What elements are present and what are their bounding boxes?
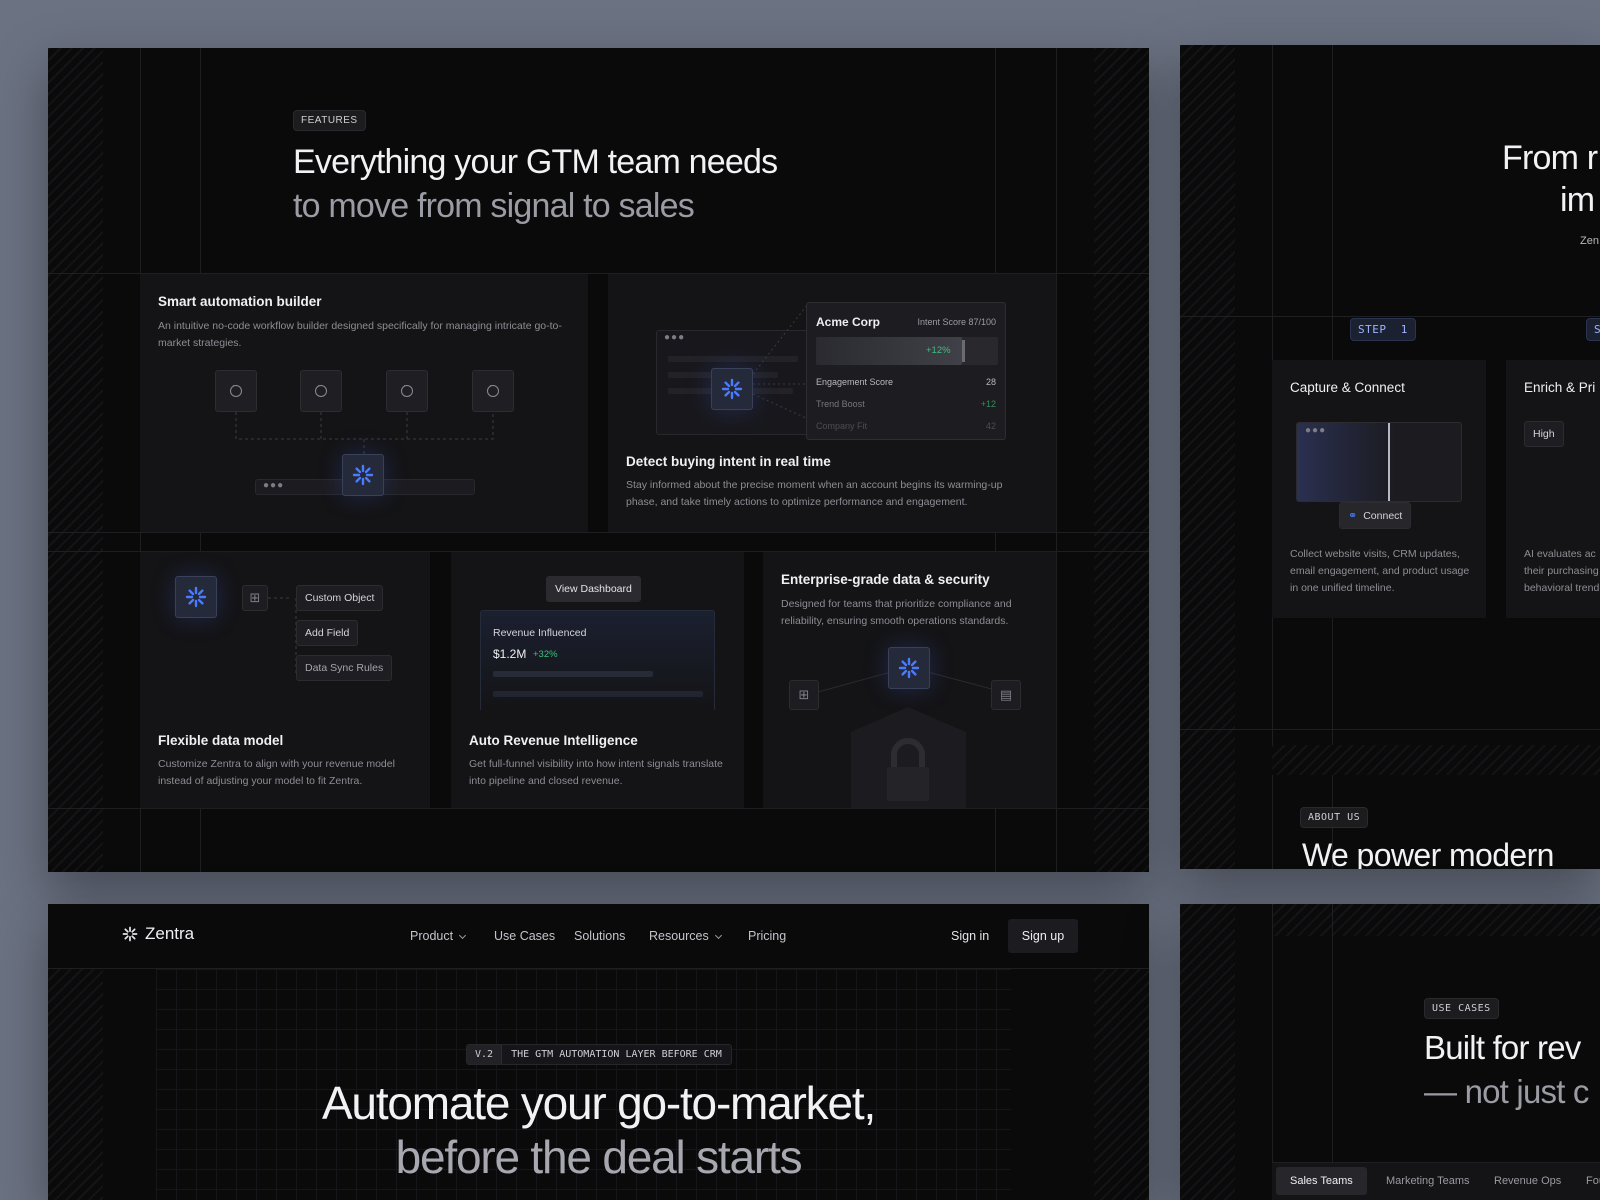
hero-tagline: THE GTM AUTOMATION LAYER BEFORE CRM bbox=[511, 1049, 722, 1060]
enrich-title: Enrich & Pri bbox=[1524, 380, 1596, 395]
hero-heading-line2: before the deal starts bbox=[395, 1131, 803, 1183]
usecases-heading-line1: Built for rev bbox=[1424, 1029, 1581, 1066]
tab-sales-teams[interactable]: Sales Teams bbox=[1276, 1167, 1367, 1195]
data-sync-rules-pill: Data Sync Rules bbox=[296, 655, 393, 681]
usecases-heading: Built for rev — not just c bbox=[1424, 1026, 1589, 1114]
data-model-desc: Customize Zentra to align with your reve… bbox=[158, 758, 395, 787]
automation-card: Smart automation builder An intuitive no… bbox=[140, 274, 588, 532]
chevron-down-icon bbox=[459, 931, 467, 940]
revenue-title: Auto Revenue Intelligence bbox=[469, 733, 638, 748]
hatch-right bbox=[1094, 48, 1149, 872]
features-frame: FEATURES Everything your GTM team needs … bbox=[48, 48, 1149, 872]
revenue-card: View Dashboard Revenue Influenced $1.2M … bbox=[451, 552, 744, 808]
link-icon: ⚭ bbox=[1348, 510, 1358, 522]
capture-window: ●●● bbox=[1296, 422, 1462, 502]
acme-company: Acme Corp bbox=[816, 315, 881, 329]
nav-pricing[interactable]: Pricing bbox=[748, 929, 786, 943]
signup-button[interactable]: Sign up bbox=[1008, 919, 1078, 953]
high-tag: High bbox=[1524, 421, 1564, 447]
zentra-spark-icon bbox=[898, 657, 920, 679]
capture-desc: Collect website visits, CRM updates, ema… bbox=[1290, 548, 1470, 594]
custom-object-pill: Custom Object bbox=[296, 585, 384, 611]
shield-lock-icon bbox=[851, 707, 966, 808]
intent-delta: +12% bbox=[926, 345, 951, 356]
view-dashboard-button[interactable]: View Dashboard bbox=[546, 576, 641, 602]
revenue-amount: $1.2M bbox=[493, 647, 527, 661]
window-dots-icon: ●●● bbox=[1305, 425, 1327, 436]
chevron-down-icon bbox=[714, 931, 722, 940]
security-hub bbox=[888, 647, 930, 689]
step-2-badge: S bbox=[1586, 318, 1600, 341]
intent-desc: Stay informed about the precise moment w… bbox=[626, 479, 1003, 508]
connect-button[interactable]: ⚭ Connect bbox=[1339, 502, 1412, 529]
about-badge: ABOUT US bbox=[1300, 807, 1369, 828]
tab-marketing-teams[interactable]: Marketing Teams bbox=[1372, 1167, 1484, 1195]
steps-frame: From r im Zen STEP 1 S Capture & Connect… bbox=[1180, 45, 1600, 869]
revenue-panel: Revenue Influenced $1.2M +32% bbox=[480, 610, 715, 710]
enrich-card: Enrich & Pri High AI evaluates ac their … bbox=[1506, 360, 1600, 618]
revenue-delta: +32% bbox=[533, 649, 558, 660]
tab-founders[interactable]: Fou bbox=[1572, 1167, 1600, 1195]
intent-title: Detect buying intent in real time bbox=[626, 454, 831, 469]
revenue-label: Revenue Influenced bbox=[493, 627, 587, 639]
usecases-frame: USE CASES Built for rev — not just c Sal… bbox=[1180, 904, 1600, 1200]
usecases-tabs: Sales Teams Marketing Teams Revenue Ops … bbox=[1272, 1162, 1600, 1200]
usecases-hatch-band bbox=[1272, 904, 1600, 936]
about-heading: We power modern bbox=[1302, 837, 1554, 869]
brand-logo[interactable]: Zentra bbox=[122, 924, 194, 944]
nav-solutions[interactable]: Solutions bbox=[574, 929, 625, 943]
step-1-badge: STEP 1 bbox=[1350, 318, 1416, 341]
steps-heading-line1: From r bbox=[1502, 139, 1598, 177]
hatch-left bbox=[1180, 904, 1235, 1200]
intent-row-1: Engagement Score 28 bbox=[816, 377, 996, 387]
add-field-pill: Add Field bbox=[296, 620, 359, 646]
network-icon: ⊞ bbox=[789, 680, 819, 710]
data-model-title: Flexible data model bbox=[158, 733, 284, 748]
revenue-desc: Get full-funnel visibility into how inte… bbox=[469, 758, 723, 787]
security-card: Enterprise-grade data & security Designe… bbox=[763, 552, 1056, 808]
signin-link[interactable]: Sign in bbox=[951, 929, 989, 943]
intent-progress-bar: +12% bbox=[816, 337, 998, 365]
nav-product[interactable]: Product bbox=[410, 929, 467, 943]
hero-frame: Zentra Product Use Cases Solutions Resou… bbox=[48, 904, 1149, 1200]
version-tag: V.2 THE GTM AUTOMATION LAYER BEFORE CRM bbox=[466, 1044, 732, 1065]
features-badge: FEATURES bbox=[293, 110, 366, 131]
version-label: V.2 bbox=[467, 1045, 503, 1064]
acme-panel: Acme Corp Intent Score 87/100 +12% Engag… bbox=[806, 302, 1006, 440]
brand-name: Zentra bbox=[145, 924, 195, 943]
nav-use-cases[interactable]: Use Cases bbox=[494, 929, 555, 943]
steps-heading: From r im bbox=[1502, 137, 1598, 221]
features-heading-line2: to move from signal to sales bbox=[293, 187, 695, 225]
nav-resources[interactable]: Resources bbox=[649, 929, 722, 943]
capture-title: Capture & Connect bbox=[1290, 380, 1405, 395]
intent-row-2: Trend Boost +12 bbox=[816, 399, 996, 409]
usecases-badge: USE CASES bbox=[1424, 998, 1499, 1019]
building-icon: ▤ bbox=[991, 680, 1021, 710]
intent-card: ●●● Acme Corp Intent Score 87/100 +12% E… bbox=[608, 274, 1056, 532]
zentra-logo-icon bbox=[122, 926, 138, 942]
hatch-left bbox=[48, 48, 103, 872]
tab-revenue-ops[interactable]: Revenue Ops bbox=[1480, 1167, 1575, 1195]
features-heading-line1: Everything your GTM team needs bbox=[293, 143, 778, 181]
usecases-heading-line2: — not just c bbox=[1424, 1073, 1589, 1110]
enrich-desc: AI evaluates ac their purchasing behavio… bbox=[1524, 548, 1600, 594]
hero-heading-line1: Automate your go-to-market, bbox=[321, 1077, 876, 1129]
zentra-spark-icon bbox=[352, 464, 374, 486]
hero-heading: Automate your go-to-market, before the d… bbox=[48, 1076, 1149, 1184]
capture-card: Capture & Connect ●●● ⚭ Connect Collect … bbox=[1272, 360, 1486, 618]
data-model-card: ⊞ Custom Object Add Field Data Sync Rule… bbox=[140, 552, 430, 808]
steps-subtext: Zen bbox=[1580, 235, 1599, 247]
steps-heading-line2: im bbox=[1560, 181, 1595, 219]
hatch-left bbox=[1180, 45, 1235, 869]
window-dots-icon: ●●● bbox=[263, 480, 285, 491]
acme-score: Intent Score 87/100 bbox=[917, 317, 996, 327]
zentra-hub-node bbox=[342, 454, 384, 496]
about-hatch-band bbox=[1272, 745, 1600, 775]
features-heading: Everything your GTM team needs to move f… bbox=[293, 140, 778, 228]
intent-row-3: Company Fit 42 bbox=[816, 421, 996, 431]
